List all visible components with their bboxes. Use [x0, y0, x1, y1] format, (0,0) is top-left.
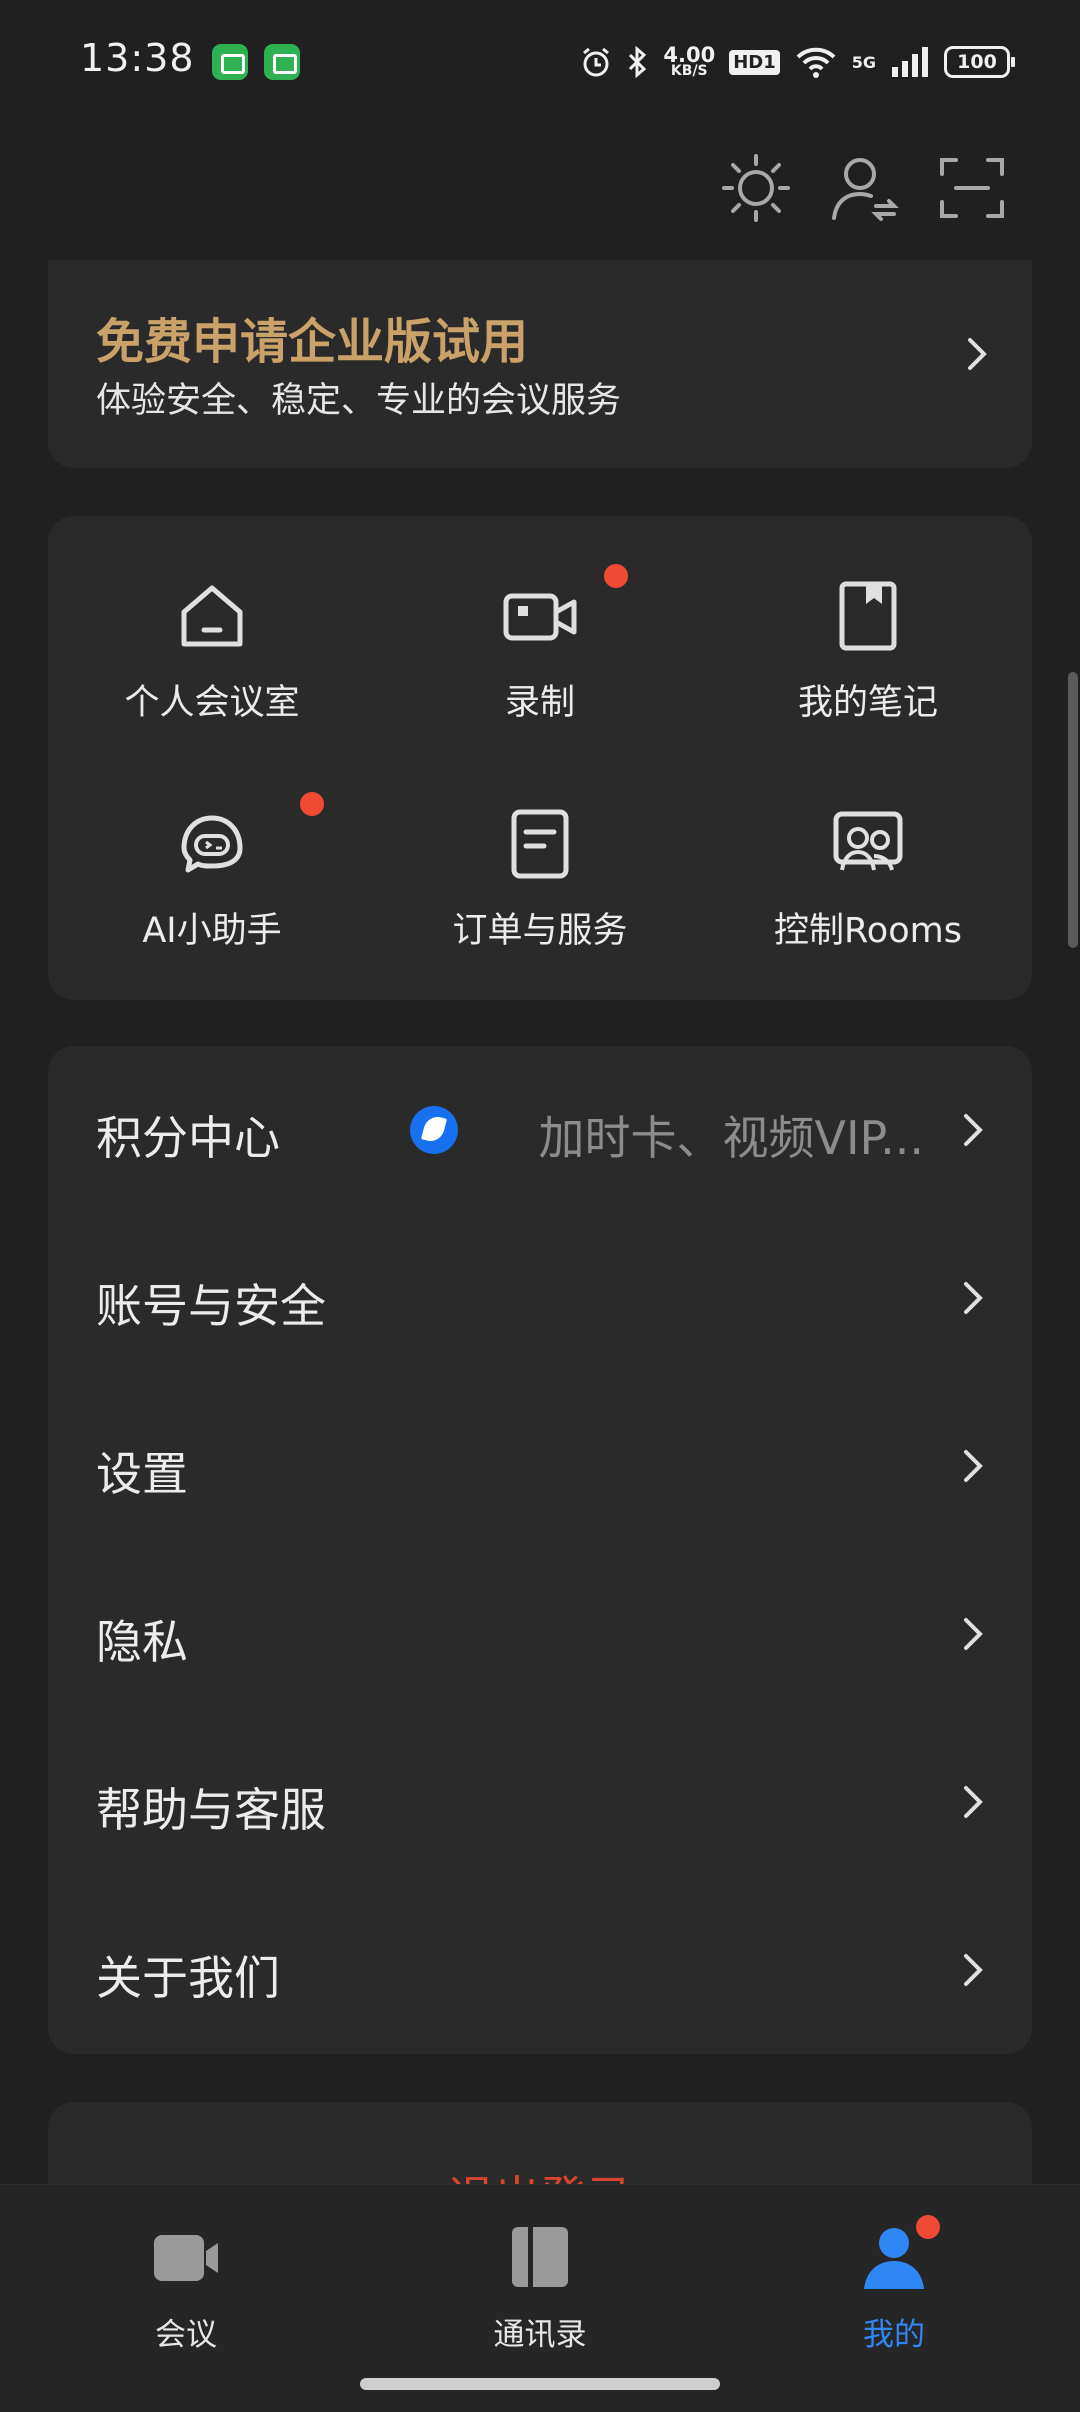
signal-icon — [892, 47, 928, 77]
nav-tab-contacts[interactable]: 通讯录 — [440, 2221, 640, 2371]
rooms-icon — [828, 804, 908, 884]
promo-title: 免费申请企业版试用 — [96, 314, 529, 370]
chevron-right-icon — [960, 1614, 988, 1654]
scrollbar-thumb[interactable] — [1068, 672, 1078, 948]
chevron-right-icon — [960, 1278, 988, 1318]
video-record-icon — [500, 576, 580, 656]
bluetooth-icon — [629, 45, 647, 79]
note-icon — [828, 576, 908, 656]
enterprise-trial-banner[interactable]: 免费申请企业版试用 体验安全、稳定、专业的会议服务 — [48, 260, 1032, 468]
recording[interactable]: 录制 — [376, 564, 704, 756]
meeting-video-icon — [150, 2221, 222, 2293]
network-speed: 4.00 KB/S — [663, 43, 716, 79]
chevron-right-icon — [964, 334, 992, 374]
scan-icon[interactable] — [934, 150, 1010, 226]
battery-indicator: 100 — [944, 46, 1015, 78]
order-icon — [500, 804, 580, 884]
alarm-icon — [583, 47, 610, 77]
orders-and-services[interactable]: 订单与服务 — [376, 804, 704, 984]
new-badge-dot — [300, 792, 324, 816]
settings-menu: 积分中心 加时卡、视频VIP... 账号与安全 设置 隐私 帮助与客服 关于我们 — [48, 1046, 1032, 2054]
message-notification-icon — [212, 44, 248, 80]
ai-assistant[interactable]: AI小助手 — [48, 792, 376, 984]
contacts-book-icon — [504, 2221, 576, 2293]
menu-item-help-support[interactable]: 帮助与客服 — [48, 1718, 1032, 1886]
menu-item-about-us[interactable]: 关于我们 — [48, 1886, 1032, 2054]
home-icon — [172, 576, 252, 656]
new-badge-dot — [604, 564, 628, 588]
my-notes[interactable]: 我的笔记 — [704, 576, 1032, 756]
network-type: 5G — [851, 52, 876, 72]
status-time: 13:38 — [80, 36, 195, 80]
control-rooms[interactable]: 控制Rooms — [704, 804, 1032, 984]
new-badge-dot — [916, 2215, 940, 2239]
wifi-icon — [796, 47, 836, 78]
switch-account-icon[interactable] — [826, 150, 902, 226]
chevron-right-icon — [960, 1110, 988, 1150]
nav-tab-meetings[interactable]: 会议 — [86, 2221, 286, 2371]
home-indicator[interactable] — [360, 2378, 720, 2390]
hd-voice-badge: HD1 — [729, 49, 780, 75]
status-icons: 4.00 KB/S HD1 5G 100 — [579, 40, 1015, 84]
chevron-right-icon — [960, 1950, 988, 1990]
points-promo-text: 加时卡、视频VIP... — [538, 1111, 924, 1165]
ai-robot-icon — [172, 804, 252, 884]
personal-meeting-room[interactable]: 个人会议室 — [48, 576, 376, 756]
chevron-right-icon — [960, 1446, 988, 1486]
menu-item-account-security[interactable]: 账号与安全 — [48, 1214, 1032, 1382]
battery-saver-notification-icon — [264, 44, 300, 80]
menu-item-settings[interactable]: 设置 — [48, 1382, 1032, 1550]
feature-grid: 个人会议室 录制 我的笔记 AI小助手 订单与服务 控制Rooms — [48, 516, 1032, 1000]
menu-item-privacy[interactable]: 隐私 — [48, 1550, 1032, 1718]
points-leaf-icon — [410, 1106, 458, 1154]
status-bar: 13:38 4.00 KB/S HD1 5G 100 — [0, 0, 1080, 120]
chevron-right-icon — [960, 1782, 988, 1822]
app-screen: 13:38 4.00 KB/S HD1 5G 100 免费申请企业版试用 体验安… — [0, 0, 1080, 2412]
promo-subtitle: 体验安全、稳定、专业的会议服务 — [96, 381, 622, 421]
menu-item-points-center[interactable]: 积分中心 加时卡、视频VIP... — [48, 1046, 1032, 1214]
nav-tab-me[interactable]: 我的 — [794, 2215, 994, 2371]
theme-toggle-sun-icon[interactable] — [718, 150, 794, 226]
